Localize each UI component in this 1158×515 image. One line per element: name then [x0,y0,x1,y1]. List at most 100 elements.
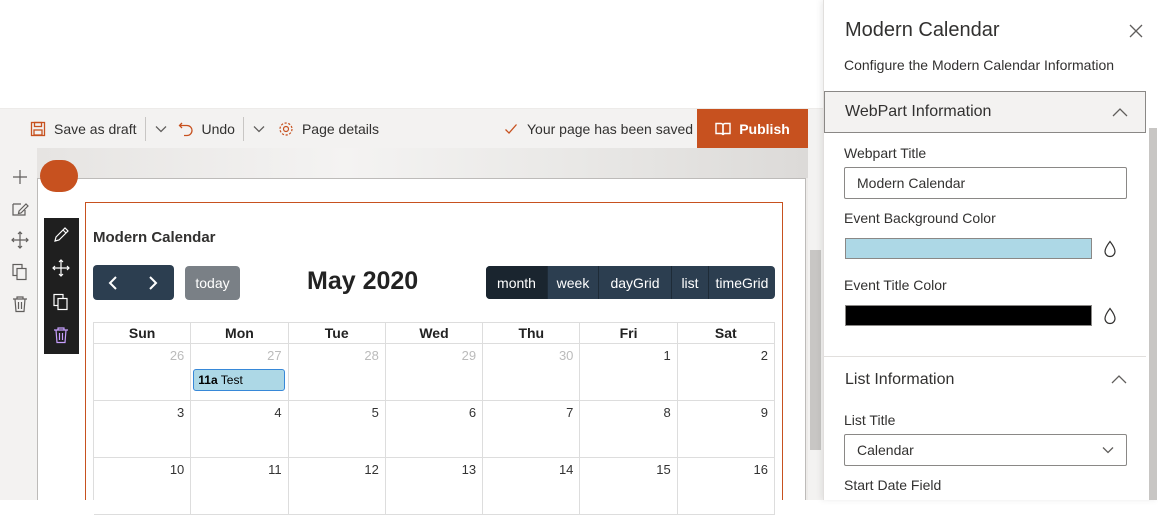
undo-label: Undo [201,120,235,137]
move-section-icon[interactable] [11,231,29,249]
calendar-day-cell[interactable]: 9 [677,401,775,458]
today-button[interactable]: today [185,266,240,300]
list-title-dropdown[interactable]: Calendar [844,434,1127,466]
delete-webpart-icon[interactable] [52,326,70,344]
divider [824,356,1146,357]
calendar-day-cell[interactable]: 7 [483,401,581,458]
prev-month-button[interactable] [93,265,133,300]
day-number: 8 [663,405,671,420]
add-section-icon[interactable] [11,168,29,186]
calendar-day-cell[interactable]: 1 [580,344,678,401]
chevron-down-icon [1102,447,1114,454]
undo-options-chevron[interactable] [248,109,270,149]
edit-section-icon[interactable] [11,200,29,218]
calendar-day-cell[interactable]: 26 [94,344,192,401]
list-title-label: List Title [844,412,896,428]
calendar-week-row: 26 27 11a Test 28 29 30 1 2 [94,344,775,401]
day-number: 14 [558,462,574,477]
edit-webpart-icon[interactable] [52,226,70,244]
next-month-button[interactable] [133,265,173,300]
undo-icon [178,122,193,136]
chevron-right-icon [149,275,158,290]
save-status-text: Your page has been saved [527,121,694,137]
publish-button[interactable]: Publish [697,109,808,148]
save-options-chevron[interactable] [150,109,172,149]
webpart-title: Modern Calendar [93,229,216,246]
dow-header: Mon [191,323,289,344]
view-list-button[interactable]: list [671,266,708,299]
view-daygrid-button[interactable]: dayGrid [598,266,671,299]
group-header-webpart-information[interactable]: WebPart Information [824,91,1146,133]
start-date-field-label: Start Date Field [844,477,942,493]
day-number: 15 [656,462,671,477]
event-background-color-label: Event Background Color [844,210,996,226]
save-status: Your page has been saved [504,109,693,149]
view-month-button[interactable]: month [486,266,547,299]
publish-label: Publish [739,120,790,137]
calendar-day-cell[interactable]: 12 [288,458,386,515]
section-toolbar [0,148,37,500]
color-picker-icon[interactable] [1103,240,1117,258]
day-number: 9 [760,405,768,420]
group-header-list-information[interactable]: List Information [845,371,954,389]
calendar-title: May 2020 [307,267,419,295]
calendar-day-cell[interactable]: 4 [191,401,289,458]
chevron-up-icon [1112,108,1128,117]
page-header-area [0,0,823,108]
delete-section-icon[interactable] [11,295,29,313]
pane-scrollbar-thumb[interactable] [1149,128,1157,500]
calendar-day-cell[interactable]: 5 [288,401,386,458]
page-details-button[interactable]: Page details [274,109,383,149]
list-title-value: Calendar [857,442,914,458]
calendar-day-cell[interactable]: 27 11a Test [191,344,289,401]
event-background-color-swatch[interactable] [845,238,1092,259]
calendar-day-cell[interactable]: 29 [385,344,484,401]
calendar-day-cell[interactable]: 28 [288,344,386,401]
day-number: 3 [177,405,185,420]
event-title-color-swatch[interactable] [845,305,1092,326]
pane-title: Modern Calendar [845,19,1000,41]
day-number: 30 [558,348,574,363]
move-webpart-icon[interactable] [52,259,70,277]
event-title-color-label: Event Title Color [844,277,947,293]
calendar-day-cell[interactable]: 10 [94,458,192,515]
close-icon[interactable] [1128,23,1144,39]
section-handle[interactable] [40,160,78,192]
day-number: 10 [169,462,185,477]
calendar-day-cell[interactable]: 8 [580,401,678,458]
calendar-day-cell[interactable]: 16 [677,458,775,515]
day-number: 29 [461,348,477,363]
dow-header: Tue [288,323,386,344]
save-as-draft-button[interactable]: Save as draft [26,109,141,149]
calendar-event[interactable]: 11a Test [193,369,286,391]
undo-button[interactable]: Undo [174,109,239,149]
calendar-week-row: 10 11 12 13 14 15 16 [94,458,775,515]
day-number: 28 [364,348,379,363]
canvas-scrollbar-thumb[interactable] [810,250,821,450]
color-picker-icon[interactable] [1103,307,1117,325]
calendar-day-cell[interactable]: 14 [483,458,581,515]
day-number: 27 [267,348,282,363]
event-title: Test [220,373,243,387]
calendar-day-cell[interactable]: 6 [385,401,484,458]
calendar-day-cell[interactable]: 15 [580,458,678,515]
webpart-toolbar [44,218,79,354]
calendar-grid: Sun Mon Tue Wed Thu Fri Sat 26 27 11a Te… [93,322,775,515]
duplicate-webpart-icon[interactable] [52,293,70,311]
save-as-draft-label: Save as draft [54,120,137,137]
calendar-day-cell[interactable]: 11 [191,458,289,515]
calendar-day-cell[interactable]: 3 [94,401,192,458]
chevron-up-icon [1111,375,1127,384]
dow-header: Wed [385,323,484,344]
webpart-title-field[interactable]: Modern Calendar [844,167,1127,199]
view-week-button[interactable]: week [547,266,598,299]
calendar-day-cell[interactable]: 2 [677,344,775,401]
calendar-day-cell[interactable]: 30 [483,344,581,401]
day-number: 12 [364,462,379,477]
day-number: 13 [461,462,477,477]
duplicate-section-icon[interactable] [11,263,29,281]
calendar-day-cell[interactable]: 13 [385,458,484,515]
view-timegrid-button[interactable]: timeGrid [708,266,775,299]
checkmark-icon [505,124,517,134]
command-bar: Save as draft Undo Page details Your pag… [0,108,823,148]
